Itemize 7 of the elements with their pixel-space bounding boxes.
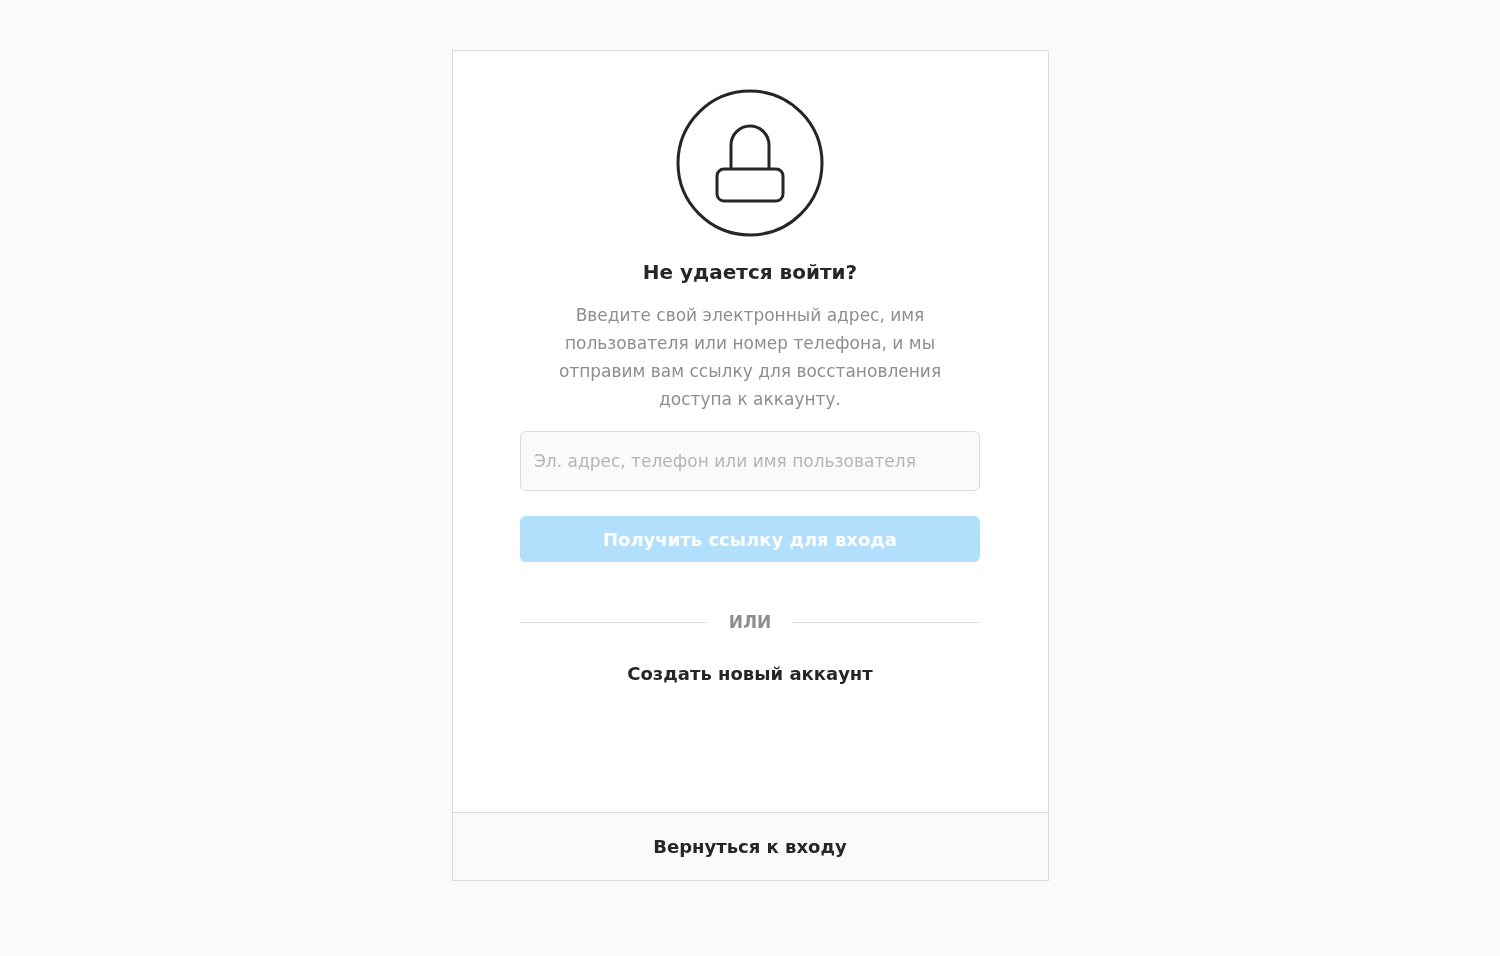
lock-icon — [676, 89, 824, 237]
description: Введите свой электронный адрес, имя пользователя или номер телефона, и мы отправим вам ссылку для восстановления доступа к аккаунту. — [557, 304, 943, 411]
divider-text: ИЛИ — [728, 611, 772, 634]
title: Не удается войти? — [642, 259, 858, 286]
back-to-login-button[interactable]: Вернуться к входу — [452, 812, 1048, 880]
input-field[interactable]: Эл. адрес, телефон или имя пользователя — [520, 431, 980, 491]
create-account-link[interactable]: Создать новый аккаунт — [627, 659, 873, 687]
